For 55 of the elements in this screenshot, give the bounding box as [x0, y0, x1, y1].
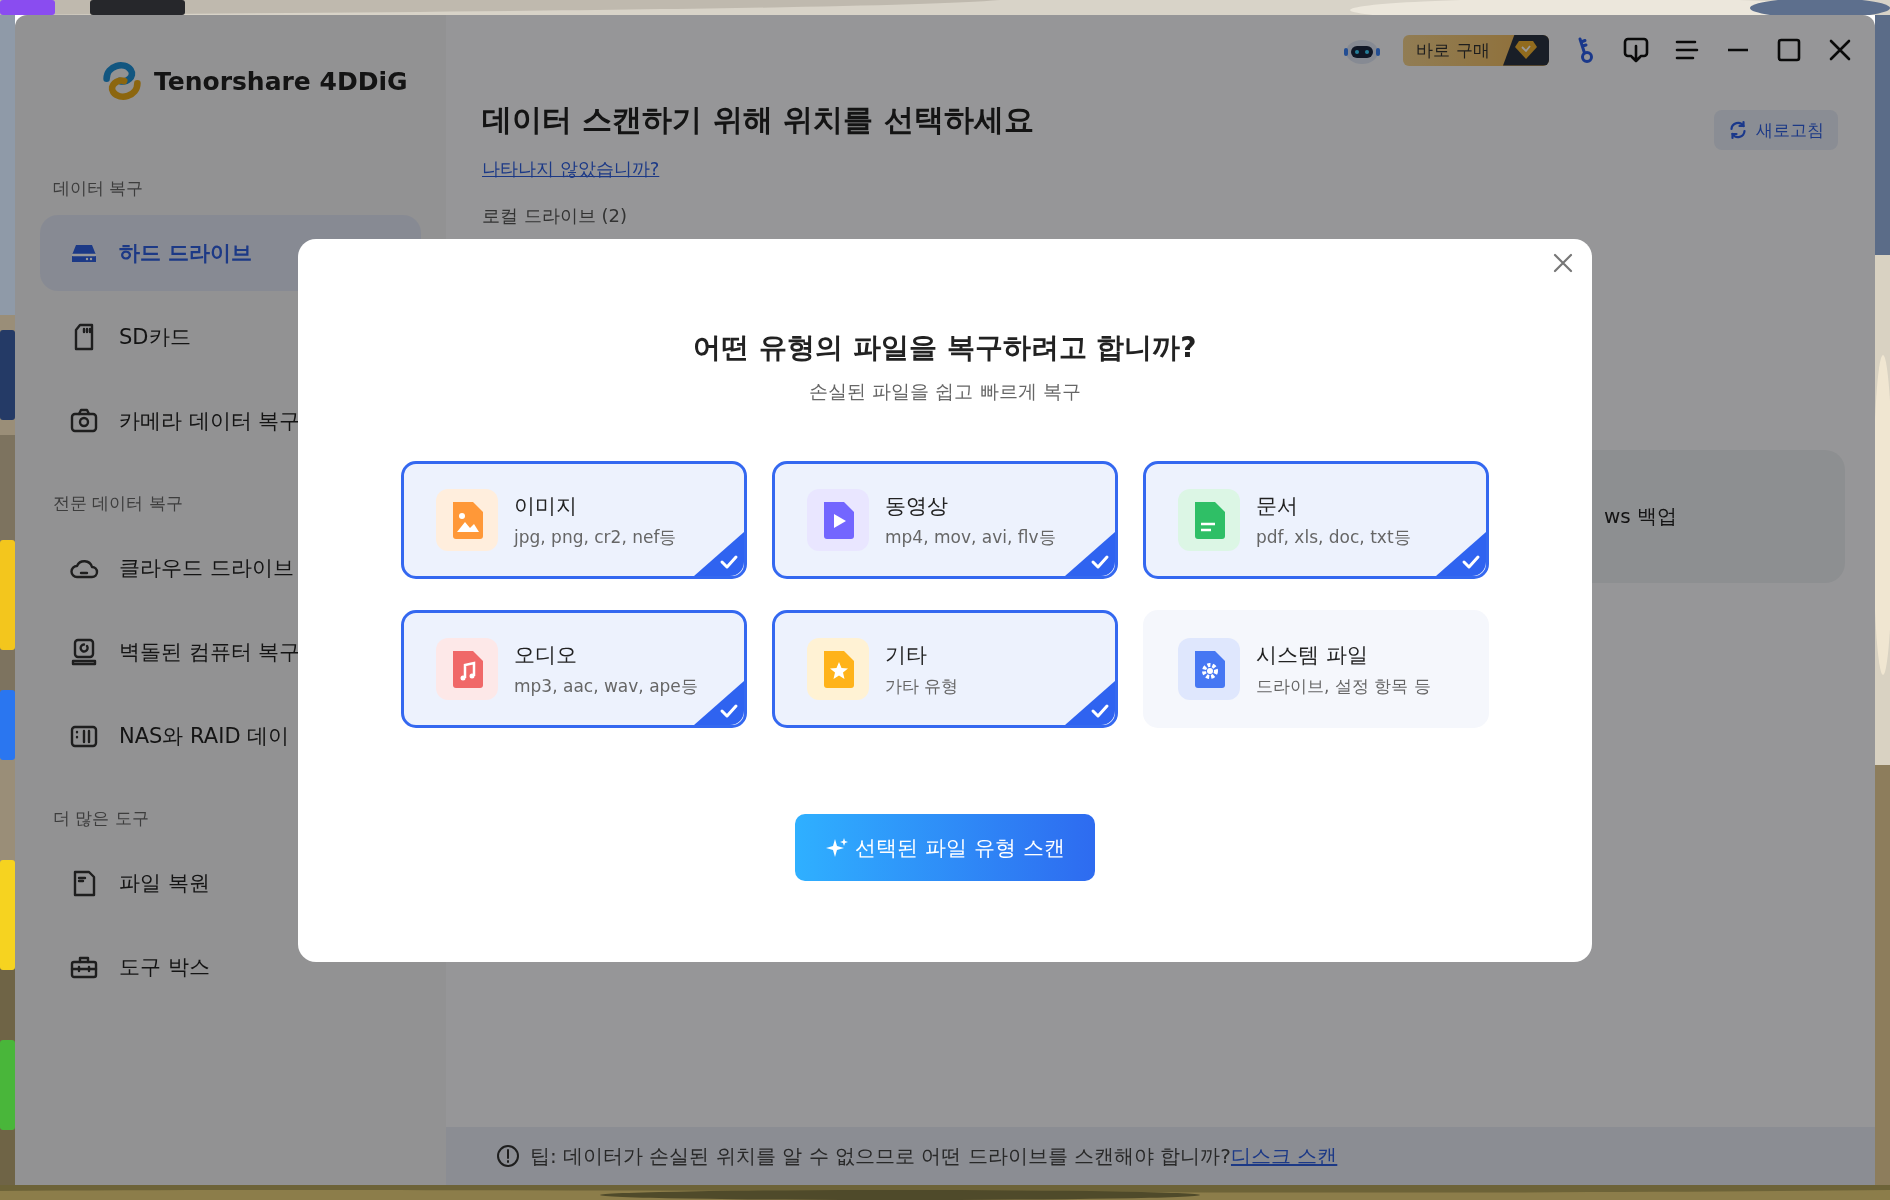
logo-icon — [100, 59, 144, 103]
section-heading: 더 많은 도구 — [53, 807, 150, 830]
section-heading: 전문 데이터 복구 — [53, 492, 184, 515]
document-file-icon — [1178, 489, 1240, 551]
image-file-icon — [436, 489, 498, 551]
file-type-formats: pdf, xls, doc, txt등 — [1256, 525, 1411, 549]
sidebar-item[interactable]: 카메라 데이터 복구 — [40, 383, 421, 459]
video-file-icon — [807, 489, 869, 551]
info-icon — [496, 1144, 520, 1168]
help-link[interactable]: 나타나지 않았습니까? — [482, 157, 660, 181]
file-type-formats: mp3, aac, wav, ape등 — [514, 674, 698, 698]
file-type-option[interactable]: 기타 가타 유형 — [772, 610, 1118, 728]
sidebar-item[interactable]: 도구 박스 — [40, 929, 421, 1005]
check-corner-icon — [694, 532, 744, 576]
file-type-name: 문서 — [1256, 492, 1299, 520]
page-title: 데이터 스캔하기 위해 위치를 선택하세요 — [482, 101, 1034, 139]
close-icon[interactable] — [1551, 251, 1575, 275]
disk-scan-link[interactable]: 디스크 스캔 — [1230, 1143, 1338, 1168]
file-type-name: 이미지 — [514, 492, 578, 520]
audio-file-icon — [436, 638, 498, 700]
scan-button[interactable]: 선택된 파일 유형 스캔 — [795, 814, 1095, 881]
file-type-option[interactable]: 시스템 파일 드라이브, 설정 항목 등 — [1143, 610, 1489, 728]
check-corner-icon — [1065, 681, 1115, 725]
file-type-formats: 드라이브, 설정 항목 등 — [1256, 674, 1431, 698]
file-type-name: 시스템 파일 — [1256, 641, 1369, 669]
refresh-icon — [1728, 120, 1748, 140]
app-name: Tenorshare 4DDiG — [154, 66, 408, 96]
tip-text: 팁: 데이터가 손실된 위치를 알 수 없으므로 어떤 드라이브를 스캔해야 합니까?디스크 스캔 — [530, 1142, 1338, 1170]
dialog-title: 어떤 유형의 파일을 복구하려고 합니까? — [693, 330, 1197, 366]
file-type-name: 동영상 — [885, 492, 949, 520]
file-type-formats: mp4, mov, avi, flv등 — [885, 525, 1056, 549]
section-heading: 데이터 복구 — [53, 177, 145, 200]
buy-button[interactable]: 바로 구매 — [1403, 34, 1549, 66]
file-type-name: 기타 — [885, 641, 928, 669]
check-corner-icon — [1065, 532, 1115, 576]
laptop-icon — [69, 637, 99, 667]
file-type-option[interactable]: 오디오 mp3, aac, wav, ape등 — [401, 610, 747, 728]
file-type-name: 오디오 — [514, 641, 578, 669]
refresh-button[interactable]: 새로고침 — [1714, 110, 1838, 150]
drive-card[interactable]: ws 백업 — [1592, 450, 1845, 583]
drive-name: ws 백업 — [1604, 503, 1678, 530]
download-icon[interactable] — [1621, 35, 1651, 65]
file-type-formats: jpg, png, cr2, nef등 — [514, 525, 677, 549]
file-type-option[interactable]: 동영상 mp4, mov, avi, flv등 — [772, 461, 1118, 579]
sidebar-item[interactable]: SD카드 — [40, 299, 421, 375]
dialog-subtitle: 손실된 파일을 쉽고 빠르게 복구 — [809, 379, 1081, 403]
diamond-icon — [1514, 40, 1538, 60]
file-type-option[interactable]: 문서 pdf, xls, doc, txt등 — [1143, 461, 1489, 579]
section-label: 로컬 드라이브 (2) — [482, 204, 627, 228]
gear-file-icon — [1178, 638, 1240, 700]
star-file-icon — [807, 638, 869, 700]
file-type-option[interactable]: 이미지 jpg, png, cr2, nef등 — [401, 461, 747, 579]
file-type-formats: 가타 유형 — [885, 674, 959, 698]
check-corner-icon — [1436, 532, 1486, 576]
sidebar-item[interactable]: 파일 복원 — [40, 845, 421, 921]
